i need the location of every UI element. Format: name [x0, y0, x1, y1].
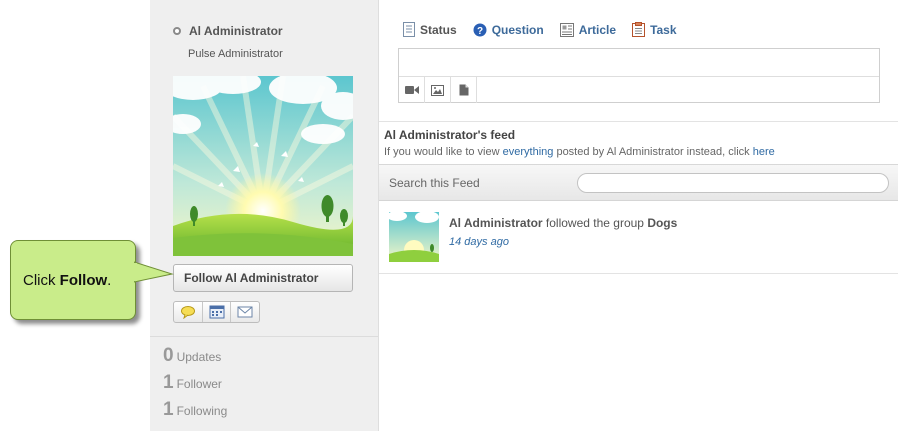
subtitle-text: If you would like to view [384, 146, 503, 158]
subtitle-text: posted by Al Administrator instead, clic… [553, 146, 753, 158]
everything-link[interactable]: everything [503, 146, 554, 158]
search-label: Search this Feed [389, 176, 480, 190]
stat-updates[interactable]: 0 Updates [163, 345, 221, 367]
callout-pointer [134, 261, 174, 283]
attachment-toolbar [399, 77, 477, 103]
speech-bubble-icon[interactable] [174, 302, 203, 322]
document-icon [403, 22, 415, 37]
profile-picture [173, 76, 353, 256]
profile-action-icons [173, 301, 260, 323]
feed-title: Al Administrator's feed [384, 128, 516, 142]
tab-status[interactable]: Status [403, 22, 457, 37]
tab-article[interactable]: Article [559, 22, 617, 37]
section-divider [379, 121, 898, 122]
file-icon[interactable] [451, 77, 477, 103]
tab-question[interactable]: ? Question [473, 23, 544, 37]
article-icon [559, 22, 574, 37]
presence-indicator-icon [173, 27, 181, 35]
tab-label: Question [491, 22, 544, 37]
group-thumbnail[interactable] [389, 212, 439, 262]
profile-sidebar: Al Administrator Pulse Administrator Fol… [150, 0, 379, 431]
status-composer [398, 48, 880, 103]
stat-count: 0 [163, 345, 174, 366]
stat-label: Updates [176, 350, 222, 364]
stat-followers[interactable]: 1 Follower [163, 372, 222, 394]
tab-label: Task [650, 22, 677, 37]
profile-name: Al Administrator [189, 24, 283, 38]
clipboard-icon [632, 22, 646, 37]
feed-actor-link[interactable]: Al Administrator [449, 216, 543, 230]
stat-label: Following [176, 404, 228, 418]
tab-label: Article [578, 22, 617, 37]
tab-task[interactable]: Task [632, 22, 677, 37]
feed-item: Al Administrator followed the group Dogs… [379, 202, 898, 274]
search-input[interactable] [577, 173, 889, 193]
stat-label: Follower [176, 377, 222, 391]
video-icon[interactable] [399, 77, 425, 103]
here-link[interactable]: here [753, 146, 775, 158]
question-icon: ? [473, 23, 487, 37]
callout-prefix: Click [23, 271, 60, 289]
status-input[interactable] [399, 49, 879, 77]
stat-count: 1 [163, 399, 174, 420]
follow-button[interactable]: Follow Al Administrator [173, 264, 353, 292]
callout-bold: Follow [59, 271, 108, 289]
feed-subtitle: If you would like to view everything pos… [384, 146, 775, 158]
calendar-icon[interactable] [203, 302, 232, 322]
profile-name-row: Al Administrator [173, 24, 283, 38]
image-icon[interactable] [425, 77, 451, 103]
composer-tabs: Status ? Question Article Task [403, 22, 693, 37]
feed-action: followed the group [542, 216, 648, 230]
feed-object-link[interactable]: Dogs [647, 216, 677, 230]
feed-timestamp[interactable]: 14 days ago [449, 236, 509, 248]
profile-title: Pulse Administrator [188, 48, 283, 60]
tab-label: Status [420, 22, 457, 37]
stat-count: 1 [163, 372, 174, 393]
stat-following[interactable]: 1 Following [163, 399, 227, 421]
feed-search-bar: Search this Feed [379, 164, 898, 201]
svg-text:?: ? [477, 26, 483, 37]
profile-stats: 0 Updates 1 Follower 1 Following [150, 336, 378, 431]
feed-item-text: Al Administrator followed the group Dogs [449, 216, 677, 230]
main-feed-column: Status ? Question Article Task Al Admini… [379, 0, 898, 431]
envelope-icon[interactable] [231, 302, 259, 322]
callout-suffix: . [107, 271, 112, 289]
instruction-callout: Click Follow. [10, 240, 136, 320]
